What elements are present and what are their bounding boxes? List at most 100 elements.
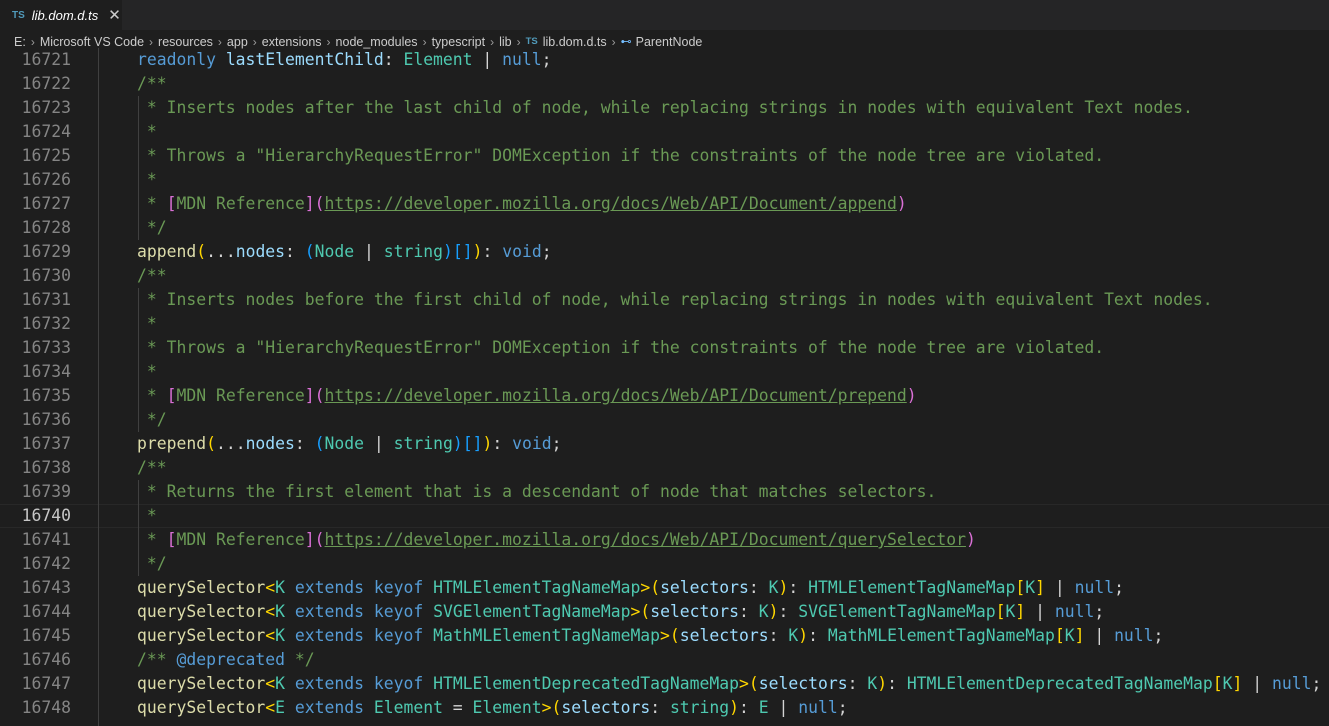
- code-token: K: [867, 674, 878, 693]
- code-token: (: [304, 242, 315, 261]
- line-number: 16743: [21, 578, 71, 597]
- code-token: null: [1114, 626, 1154, 645]
- code-token: ...: [215, 434, 246, 453]
- code-line[interactable]: 16747 querySelector<K extends keyof HTMLE…: [0, 672, 1329, 696]
- typescript-file-icon: TS: [12, 9, 25, 21]
- code-token: (: [314, 386, 325, 405]
- code-line[interactable]: 16742 */: [0, 552, 1329, 576]
- code-line[interactable]: 16728 */: [0, 216, 1329, 240]
- chevron-right-icon: ›: [252, 34, 257, 49]
- breadcrumb-item-resources[interactable]: resources: [158, 35, 213, 49]
- code-token: ): [482, 434, 493, 453]
- code-line[interactable]: 16734 *: [0, 360, 1329, 384]
- line-number: 16726: [21, 170, 71, 189]
- code-line[interactable]: 16744 querySelector<K extends keyof SVGEl…: [0, 600, 1329, 624]
- code-token: :: [492, 434, 513, 453]
- code-token: :: [383, 50, 404, 69]
- code-line[interactable]: 16737 prepend(...nodes: (Node | string)[]…: [0, 432, 1329, 456]
- tab-title: lib.dom.d.ts: [31, 7, 99, 23]
- breadcrumb-item-vscode[interactable]: Microsoft VS Code: [40, 35, 144, 49]
- code-token: :: [768, 626, 789, 645]
- code-token: * Throws a "HierarchyRequestError" DOMEx…: [137, 146, 1105, 165]
- line-number: 16727: [21, 194, 71, 213]
- code-line[interactable]: 16724 *: [0, 120, 1329, 144]
- code-token: extends: [285, 698, 374, 717]
- code-token: [: [166, 386, 177, 405]
- code-line[interactable]: 16733 * Throws a "HierarchyRequestError"…: [0, 336, 1329, 360]
- code-token: *: [137, 362, 157, 381]
- code-line[interactable]: 16726 *: [0, 168, 1329, 192]
- code-line[interactable]: 16730 /**: [0, 264, 1329, 288]
- breadcrumb-item-symbol[interactable]: ParentNode: [636, 35, 703, 49]
- code-token: MDN Reference: [176, 194, 305, 213]
- code-token: K: [788, 626, 799, 645]
- breadcrumb-item-typescript[interactable]: typescript: [432, 35, 486, 49]
- code-token: /**: [137, 74, 167, 93]
- code-token: K: [768, 578, 779, 597]
- code-content: *: [137, 360, 157, 384]
- code-content: append(...nodes: (Node | string)[]): voi…: [137, 240, 552, 264]
- code-token: ;: [1153, 626, 1164, 645]
- code-token: K: [275, 578, 286, 597]
- line-number: 16728: [21, 218, 71, 237]
- code-token: <: [265, 698, 276, 717]
- breadcrumb-item-extensions[interactable]: extensions: [262, 35, 322, 49]
- code-line[interactable]: 16723 * Inserts nodes after the last chi…: [0, 96, 1329, 120]
- code-line[interactable]: 16738 /**: [0, 456, 1329, 480]
- code-token: ;: [1094, 602, 1105, 621]
- breadcrumb-item-app[interactable]: app: [227, 35, 248, 49]
- code-token: <: [265, 602, 276, 621]
- code-line[interactable]: 16722 /**: [0, 72, 1329, 96]
- code-content: * Throws a "HierarchyRequestError" DOMEx…: [137, 336, 1104, 360]
- breadcrumb-item-node-modules[interactable]: node_modules: [336, 35, 418, 49]
- code-token: ]: [304, 386, 315, 405]
- tab-bar: TS lib.dom.d.ts ✕: [0, 0, 1329, 30]
- code-line[interactable]: 16748 querySelector<E extends Element = E…: [0, 696, 1329, 720]
- code-token: HTMLElementTagNameMap: [808, 578, 1016, 597]
- tab-lib-dom-d-ts[interactable]: TS lib.dom.d.ts ✕: [0, 0, 122, 30]
- code-token: *: [137, 506, 157, 525]
- line-number: 16738: [21, 458, 71, 477]
- code-token: *: [137, 170, 157, 189]
- code-line[interactable]: 16725 * Throws a "HierarchyRequestError"…: [0, 144, 1329, 168]
- code-line[interactable]: 16736 */: [0, 408, 1329, 432]
- code-token: ): [442, 242, 453, 261]
- code-token: >: [541, 698, 552, 717]
- code-token: ;: [1114, 578, 1124, 597]
- code-line[interactable]: 16739 * Returns the first element that i…: [0, 480, 1329, 504]
- code-content: querySelector<K extends keyof SVGElement…: [137, 600, 1104, 624]
- code-token: ): [906, 386, 917, 405]
- code-line[interactable]: 16727 * [MDN Reference](https://develope…: [0, 192, 1329, 216]
- breadcrumb-item-file[interactable]: lib.dom.d.ts: [543, 35, 607, 49]
- code-token: SVGElementTagNameMap: [798, 602, 996, 621]
- code-token: querySelector: [137, 626, 266, 645]
- breadcrumb-item-lib[interactable]: lib: [499, 35, 512, 49]
- code-line[interactable]: 16729 append(...nodes: (Node | string)[])…: [0, 240, 1329, 264]
- code-token: <: [265, 626, 276, 645]
- code-token: /**: [137, 650, 177, 669]
- code-token: ;: [1311, 674, 1322, 693]
- code-token: [: [1212, 674, 1223, 693]
- code-line[interactable]: 16740 *: [0, 504, 1329, 528]
- line-number: 16742: [21, 554, 71, 573]
- line-number: 16729: [21, 242, 71, 261]
- code-content: * Inserts nodes before the first child o…: [137, 288, 1213, 312]
- code-line[interactable]: 16741 * [MDN Reference](https://develope…: [0, 528, 1329, 552]
- line-number: 16744: [21, 602, 71, 621]
- code-line[interactable]: 16731 * Inserts nodes before the first c…: [0, 288, 1329, 312]
- code-content: * [MDN Reference](https://developer.mozi…: [137, 528, 976, 552]
- code-token: (: [196, 242, 207, 261]
- code-line[interactable]: 16745 querySelector<K extends keyof MathM…: [0, 624, 1329, 648]
- code-line[interactable]: 16721 readonly lastElementChild: Element …: [0, 48, 1329, 72]
- code-editor[interactable]: 16721 readonly lastElementChild: Element …: [0, 48, 1329, 726]
- code-token: * Throws a "HierarchyRequestError" DOMEx…: [137, 338, 1105, 357]
- code-line[interactable]: 16735 * [MDN Reference](https://develope…: [0, 384, 1329, 408]
- code-line[interactable]: 16732 *: [0, 312, 1329, 336]
- code-content: */: [137, 552, 167, 576]
- code-token: :: [650, 698, 670, 717]
- close-icon[interactable]: ✕: [108, 8, 121, 23]
- code-token: K: [275, 626, 286, 645]
- code-line[interactable]: 16743 querySelector<K extends keyof HTMLE…: [0, 576, 1329, 600]
- breadcrumb-item-drive[interactable]: E:: [14, 35, 26, 49]
- code-line[interactable]: 16746 /** @deprecated */: [0, 648, 1329, 672]
